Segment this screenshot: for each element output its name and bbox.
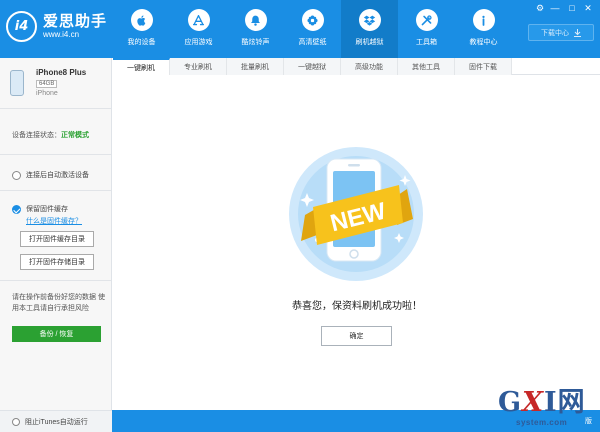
backup-restore-button[interactable]: 备份 / 恢复	[12, 326, 101, 342]
flower-icon	[301, 9, 324, 31]
device-name: iPhone8 Plus	[36, 68, 87, 77]
close-button[interactable]: ✕	[582, 3, 594, 13]
device-card: iPhone8 Plus 64GB iPhone	[10, 68, 86, 97]
keep-firmware-checkbox[interactable]	[12, 205, 21, 214]
auto-activate-radio[interactable]	[12, 170, 21, 180]
settings-icon[interactable]: ⚙	[534, 3, 546, 13]
app-name: 爱思助手	[43, 13, 108, 30]
site-watermark: GXI网 system.com	[498, 387, 586, 428]
tools-icon	[415, 9, 438, 31]
logo-mark-icon: i4	[6, 11, 37, 42]
bell-icon	[244, 9, 267, 31]
tab-one-click-jailbreak[interactable]: 一键越狱	[284, 58, 341, 75]
risk-warning: 请在操作前备份好您的数据 使用本工具请自行承担风险	[12, 294, 105, 312]
nav-ringtones[interactable]: 酷炫铃声	[227, 0, 284, 58]
nav-toolbox[interactable]: 工具箱	[398, 0, 455, 58]
device-model: iPhone	[36, 90, 58, 97]
open-store-dir-button[interactable]: 打开固件存储目录	[20, 254, 94, 270]
main-nav: 我的设备 应用游戏 酷炫铃声 高清壁纸 刷机越狱 工具箱 教程中心	[113, 0, 512, 58]
success-message: 恭喜您，保资料刷机成功啦！	[292, 301, 422, 312]
block-itunes-option[interactable]: 阻止iTunes自动运行	[0, 410, 112, 432]
nav-tutorials[interactable]: 教程中心	[455, 0, 512, 58]
app-url: www.i4.cn	[43, 30, 80, 39]
block-itunes-radio[interactable]	[12, 417, 20, 426]
nav-my-device[interactable]: 我的设备	[113, 0, 170, 58]
divider	[0, 190, 111, 191]
auto-activate-option[interactable]: 连接后自动激活设备	[12, 170, 89, 180]
tab-advanced[interactable]: 高级功能	[341, 58, 398, 75]
tab-batch-flash[interactable]: 批量刷机	[227, 58, 284, 75]
nav-wallpapers[interactable]: 高清壁纸	[284, 0, 341, 58]
connection-status-value: 正常模式	[61, 132, 89, 139]
open-cache-dir-button[interactable]: 打开固件缓存目录	[20, 231, 94, 247]
download-icon	[574, 28, 581, 37]
tab-other-tools[interactable]: 其他工具	[398, 58, 455, 75]
maximize-button[interactable]: □	[566, 3, 578, 13]
flash-tabs: 一键刷机 专业刷机 批量刷机 一键越狱 高级功能 其他工具 固件下载	[113, 58, 600, 75]
firmware-cache-help-link[interactable]: 什么是固件缓存？	[26, 216, 82, 226]
tab-one-click-flash[interactable]: 一键刷机	[113, 58, 170, 75]
success-illustration: NEW	[289, 147, 423, 281]
top-bar: i4 爱思助手 www.i4.cn 我的设备 应用游戏 酷炫铃声 高清壁纸 刷机…	[0, 0, 600, 58]
phone-icon	[10, 70, 24, 96]
tab-pro-flash[interactable]: 专业刷机	[170, 58, 227, 75]
download-center-button[interactable]: 下载中心	[528, 24, 594, 41]
confirm-button[interactable]: 确定	[321, 326, 392, 346]
tab-firmware-download[interactable]: 固件下载	[455, 58, 512, 75]
nav-apps-games[interactable]: 应用游戏	[170, 0, 227, 58]
app-store-icon	[187, 9, 210, 31]
minimize-button[interactable]: —	[549, 3, 561, 13]
info-icon	[472, 9, 495, 31]
divider	[0, 280, 111, 281]
dropbox-icon	[358, 9, 381, 31]
device-capacity: 64GB	[36, 80, 58, 88]
sidebar: iPhone8 Plus 64GB iPhone 设备连接状态：正常模式 连接后…	[0, 58, 112, 410]
divider	[0, 154, 111, 155]
app-logo: i4 爱思助手 www.i4.cn	[6, 11, 107, 42]
divider	[0, 108, 111, 109]
nav-flash-jailbreak[interactable]: 刷机越狱	[341, 0, 398, 58]
apple-icon	[130, 9, 153, 31]
keep-firmware-option[interactable]: 保留固件缓存 什么是固件缓存？	[12, 204, 82, 226]
connection-status: 设备连接状态：正常模式	[12, 132, 89, 139]
